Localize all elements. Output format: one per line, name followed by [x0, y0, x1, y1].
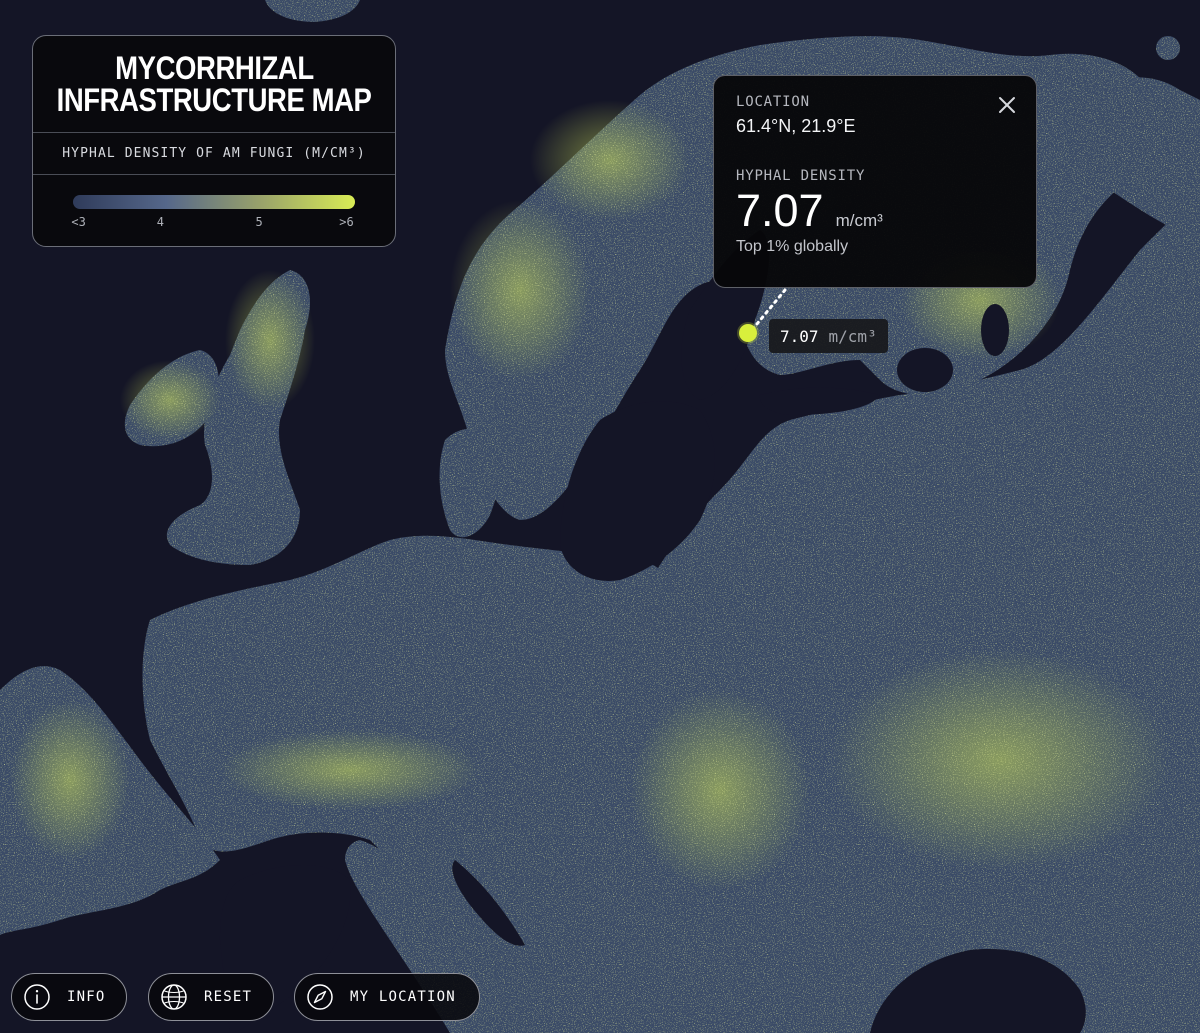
- reset-button[interactable]: RESET: [148, 973, 274, 1021]
- globe-icon: [161, 984, 187, 1010]
- close-icon[interactable]: [994, 92, 1020, 118]
- legend-subtitle: HYPHAL DENSITY OF AM FUNGI (M/CM³): [33, 133, 395, 175]
- legend-tick: 4: [156, 215, 165, 229]
- legend-tick: 5: [255, 215, 263, 229]
- info-icon: [24, 984, 50, 1010]
- reset-button-label: RESET: [204, 989, 253, 1005]
- legend-tick: <3: [71, 215, 86, 229]
- density-value: 7.07: [736, 185, 824, 236]
- density-unit: m/cm³: [835, 211, 883, 230]
- marker-value: 7.07: [780, 326, 819, 346]
- my-location-button-label: MY LOCATION: [350, 989, 456, 1005]
- marker-unit: m/cm³: [828, 326, 877, 346]
- info-button-label: INFO: [67, 989, 106, 1005]
- location-marker[interactable]: [739, 324, 757, 342]
- density-label: HYPHAL DENSITY: [736, 168, 866, 184]
- marker-value-tag: 7.07 m/cm³: [769, 319, 888, 353]
- my-location-button[interactable]: MY LOCATION: [294, 973, 480, 1021]
- legend-ticks: <3 4 5 >6: [71, 215, 355, 235]
- map-title-line1: MYCORRHIZAL: [114, 50, 314, 86]
- info-button[interactable]: INFO: [11, 973, 127, 1021]
- density-row: 7.07 m/cm³: [736, 186, 1014, 236]
- legend-scale: <3 4 5 >6: [33, 175, 395, 235]
- legend-panel: MYCORRHIZAL INFRASTRUCTURE MAP HYPHAL DE…: [32, 35, 396, 247]
- location-label: LOCATION: [736, 94, 810, 110]
- map-title-line2: INFRASTRUCTURE MAP: [56, 82, 372, 118]
- location-coordinates: 61.4°N, 21.9°E: [736, 116, 856, 136]
- legend-gradient-bar: [73, 195, 355, 209]
- compass-icon: [307, 984, 333, 1010]
- location-popup: LOCATION 61.4°N, 21.9°E HYPHAL DENSITY 7…: [713, 75, 1037, 288]
- density-rank: Top 1% globally: [736, 238, 849, 255]
- legend-tick: >6: [339, 215, 354, 229]
- map-title: MYCORRHIZAL INFRASTRUCTURE MAP: [33, 36, 395, 133]
